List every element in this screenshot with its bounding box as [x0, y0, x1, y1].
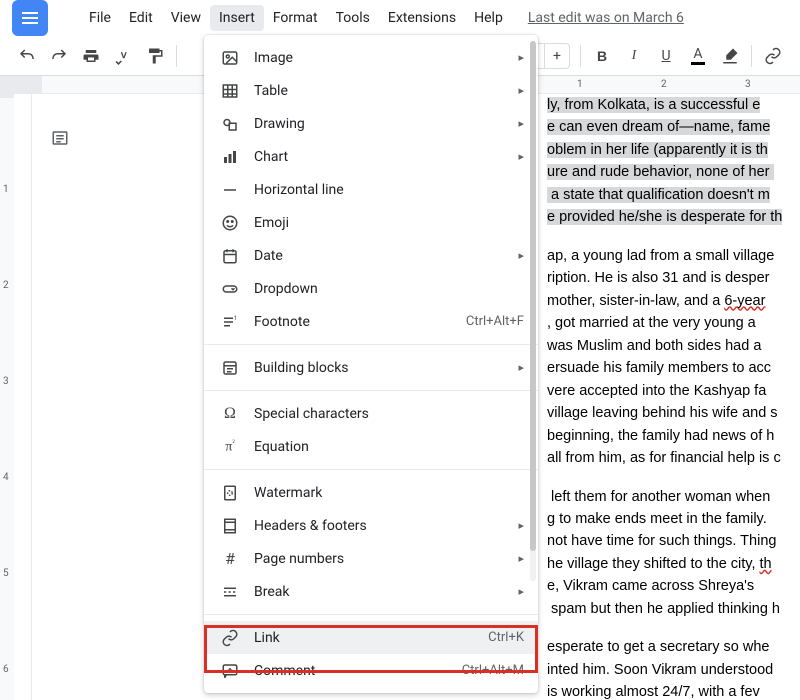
vertical-ruler[interactable]: 1 2 3 4 5 6	[0, 94, 32, 700]
submenu-arrow-icon: ▸	[518, 249, 524, 262]
menu-item-link[interactable]: LinkCtrl+K	[204, 621, 538, 654]
menu-item-drawing[interactable]: Drawing ▸	[204, 107, 538, 140]
menu-file[interactable]: File	[80, 5, 120, 31]
menu-help[interactable]: Help	[465, 5, 512, 31]
menu-item-shortcut: Ctrl+Alt+F	[466, 314, 524, 329]
menu-item-label: Date	[254, 248, 510, 264]
pi-icon: π²	[220, 437, 240, 457]
text-color-button[interactable]: A	[683, 41, 713, 71]
italic-button[interactable]: I	[619, 41, 649, 71]
blocks-icon	[220, 358, 240, 378]
menu-format[interactable]: Format	[264, 5, 327, 31]
docs-logo[interactable]	[12, 0, 48, 36]
menu-item-date[interactable]: Date ▸	[204, 239, 538, 272]
headers-icon	[220, 516, 240, 536]
emoji-icon	[220, 213, 240, 233]
hr-icon	[220, 180, 240, 200]
watermark-icon	[220, 483, 240, 503]
menu-item-label: Table	[254, 83, 510, 99]
menu-item-comment[interactable]: CommentCtrl+Alt+M	[204, 654, 538, 687]
menu-item-special-characters[interactable]: Ω Special characters	[204, 397, 538, 430]
drawing-icon	[220, 114, 240, 134]
highlight-color-button[interactable]	[715, 41, 745, 71]
menu-item-label: Comment	[254, 663, 462, 679]
menu-item-shortcut: Ctrl+Alt+M	[462, 663, 524, 678]
font-size-increase[interactable]: +	[545, 48, 569, 64]
bold-button[interactable]: B	[587, 41, 617, 71]
table-icon	[220, 81, 240, 101]
menu-item-label: Headers & footers	[254, 518, 510, 534]
comment-icon	[220, 661, 240, 681]
menu-item-label: Dropdown	[254, 281, 524, 297]
menu-item-label: Page numbers	[254, 551, 510, 567]
submenu-arrow-icon: ▸	[518, 519, 524, 532]
menu-item-page-numbers[interactable]: # Page numbers ▸	[204, 542, 538, 575]
undo-button[interactable]	[12, 41, 42, 71]
break-icon	[220, 582, 240, 602]
spellcheck-button[interactable]	[108, 41, 138, 71]
menu-item-emoji[interactable]: Emoji	[204, 206, 538, 239]
menu-item-horizontal-line[interactable]: Horizontal line	[204, 173, 538, 206]
submenu-arrow-icon: ▸	[518, 117, 524, 130]
menu-item-label: Link	[254, 630, 488, 646]
menu-item-watermark[interactable]: Watermark	[204, 476, 538, 509]
link-icon	[220, 628, 240, 648]
date-icon	[220, 246, 240, 266]
menu-tools[interactable]: Tools	[327, 5, 379, 31]
menu-insert[interactable]: Insert	[210, 5, 264, 31]
menu-item-building-blocks[interactable]: Building blocks ▸	[204, 351, 538, 384]
menu-item-label: Special characters	[254, 406, 524, 422]
image-icon	[220, 48, 240, 68]
menu-bar: FileEditViewInsertFormatToolsExtensionsH…	[0, 0, 800, 36]
chart-icon	[220, 147, 240, 167]
insert-menu-dropdown[interactable]: Image ▸ Table ▸ Drawing ▸ Chart ▸ Horizontal lin…	[204, 35, 538, 693]
footnote-icon: 1	[220, 312, 240, 332]
submenu-arrow-icon: ▸	[518, 552, 524, 565]
menu-item-label: Watermark	[254, 485, 524, 501]
menu-item-equation[interactable]: π² Equation	[204, 430, 538, 463]
menu-item-dropdown[interactable]: Dropdown	[204, 272, 538, 305]
menu-separator	[204, 344, 538, 345]
menu-item-table[interactable]: Table ▸	[204, 74, 538, 107]
menu-extensions[interactable]: Extensions	[379, 5, 465, 31]
menu-item-break[interactable]: Break ▸	[204, 575, 538, 608]
menu-item-label: Horizontal line	[254, 182, 524, 198]
menu-item-chart[interactable]: Chart ▸	[204, 140, 538, 173]
menu-item-footnote[interactable]: 1 FootnoteCtrl+Alt+F	[204, 305, 538, 338]
submenu-arrow-icon: ▸	[518, 51, 524, 64]
left-gutter	[32, 94, 92, 700]
menu-item-label: Footnote	[254, 314, 466, 330]
menu-item-label: Emoji	[254, 215, 524, 231]
menu-item-label: Break	[254, 584, 510, 600]
svg-text:1: 1	[234, 314, 237, 321]
paint-format-button[interactable]	[140, 41, 170, 71]
submenu-arrow-icon: ▸	[518, 585, 524, 598]
document-text[interactable]: ly, from Kolkata, is a successful ee can…	[547, 94, 800, 700]
menu-item-label: Chart	[254, 149, 510, 165]
menu-item-label: Equation	[254, 439, 524, 455]
insert-link-button[interactable]	[758, 41, 788, 71]
print-button[interactable]	[76, 41, 106, 71]
menu-separator	[204, 390, 538, 391]
pagenum-icon: #	[220, 549, 240, 569]
menu-item-label: Building blocks	[254, 360, 510, 376]
dropdown-icon	[220, 279, 240, 299]
underline-button[interactable]: U	[651, 41, 681, 71]
submenu-arrow-icon: ▸	[518, 84, 524, 97]
menu-view[interactable]: View	[162, 5, 210, 31]
last-edit-link[interactable]: Last edit was on March 6	[528, 10, 684, 26]
submenu-arrow-icon: ▸	[518, 150, 524, 163]
submenu-arrow-icon: ▸	[518, 361, 524, 374]
menu-item-image[interactable]: Image ▸	[204, 41, 538, 74]
menu-item-headers-footers[interactable]: Headers & footers ▸	[204, 509, 538, 542]
menu-item-label: Drawing	[254, 116, 510, 132]
menu-edit[interactable]: Edit	[120, 5, 162, 31]
menu-item-shortcut: Ctrl+K	[488, 630, 524, 645]
menu-separator	[204, 469, 538, 470]
document-outline-button[interactable]	[46, 124, 74, 152]
redo-button[interactable]	[44, 41, 74, 71]
omega-icon: Ω	[220, 404, 240, 424]
menu-separator	[204, 614, 538, 615]
menu-item-label: Image	[254, 50, 510, 66]
